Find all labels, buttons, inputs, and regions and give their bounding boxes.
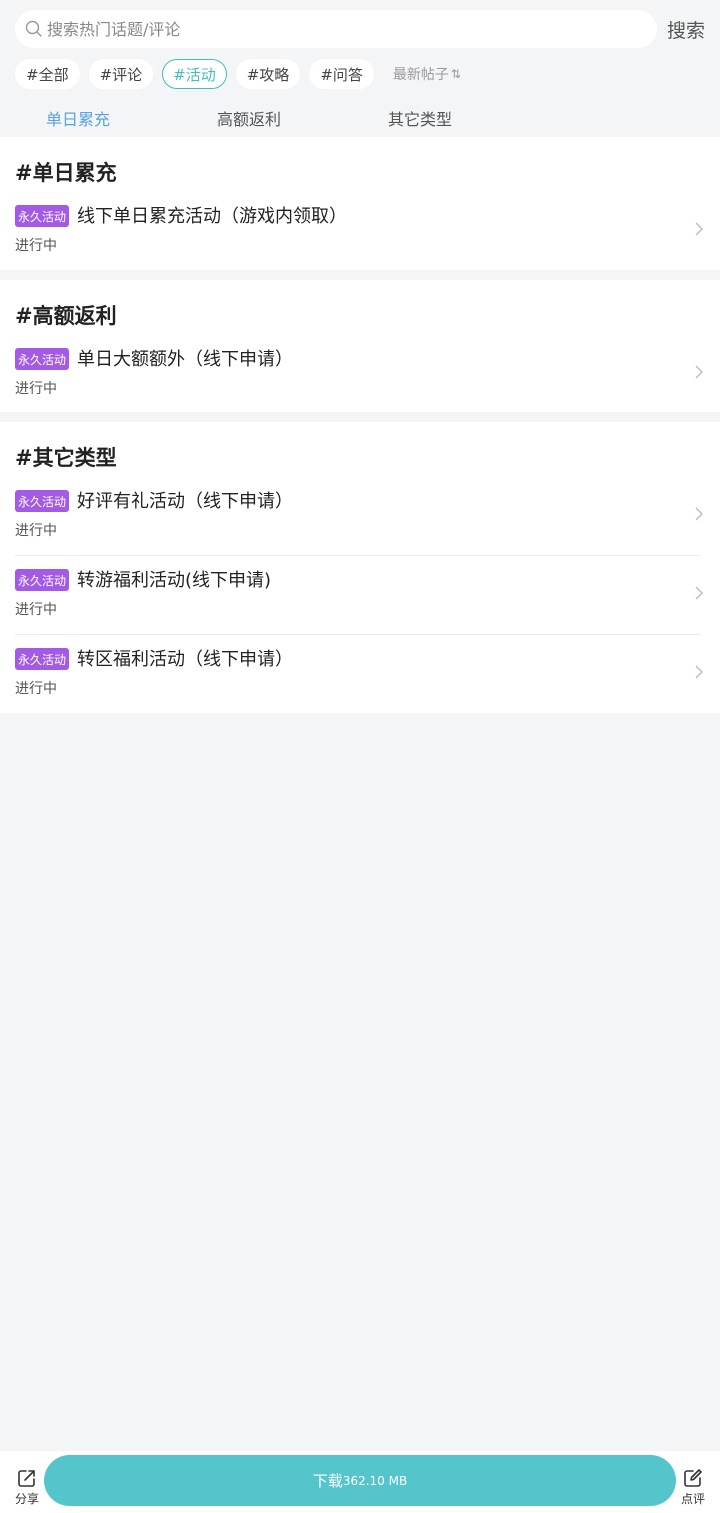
share-label: 分享: [14, 1492, 39, 1506]
section-high-rebate: #高额返利 永久活动 单日大额额外（线下申请） 进行中: [0, 280, 720, 412]
item-title: 单日大额额外（线下申请）: [77, 349, 293, 370]
permanent-event-badge: 永久活动: [15, 569, 70, 591]
section-title: #其它类型: [15, 446, 117, 470]
tab-daily-recharge[interactable]: 单日累充: [46, 106, 110, 130]
chevron-right-icon: [695, 507, 703, 521]
list-item[interactable]: 永久活动 转区福利活动（线下申请） 进行中: [0, 640, 720, 712]
chevron-right-icon: [695, 665, 703, 679]
download-size: 362.10 MB: [342, 1473, 408, 1488]
item-status: 进行中: [15, 681, 57, 697]
section-daily-recharge: #单日累充 永久活动 线下单日累充活动（游戏内领取） 进行中: [0, 137, 720, 270]
item-status: 进行中: [15, 602, 57, 618]
page: 搜索 #全部 #评论 #活动 #攻略 #问答 最新帖子 ⇅ 单日累充 高额返利 …: [0, 0, 720, 1513]
item-status: 进行中: [15, 238, 57, 254]
sort-label: 最新帖子: [392, 67, 449, 83]
tab-high-rebate[interactable]: 高额返利: [217, 106, 281, 130]
list-item[interactable]: 永久活动 线下单日累充活动（游戏内领取） 进行中: [0, 197, 720, 269]
review-button[interactable]: 点评: [673, 1467, 713, 1507]
section-other-types: #其它类型 永久活动 好评有礼活动（线下申请） 进行中 永久活动 转游福利活动(…: [0, 422, 720, 713]
tag-events[interactable]: #活动: [162, 59, 227, 89]
permanent-event-badge: 永久活动: [15, 205, 70, 227]
permanent-event-badge: 永久活动: [15, 490, 70, 512]
sort-arrows-icon: ⇅: [450, 67, 461, 81]
tab-other-types[interactable]: 其它类型: [388, 106, 452, 130]
tag-guides[interactable]: #攻略: [235, 59, 301, 89]
edit-icon: [684, 1469, 702, 1487]
permanent-event-badge: 永久活动: [15, 348, 70, 370]
item-title: 转区福利活动（线下申请）: [77, 649, 293, 670]
download-label: 下载: [312, 1472, 343, 1490]
search-input[interactable]: [47, 14, 607, 44]
search-box[interactable]: [15, 10, 657, 48]
section-title: #单日累充: [15, 161, 117, 185]
search-button[interactable]: 搜索: [667, 16, 705, 43]
bottom-action-bar: 分享 下载 362.10 MB 点评: [0, 1451, 720, 1513]
tag-all[interactable]: #全部: [15, 59, 80, 89]
tag-qa[interactable]: #问答: [309, 59, 374, 89]
section-title: #高额返利: [15, 304, 117, 328]
divider: [15, 634, 700, 635]
search-icon: [25, 20, 43, 38]
download-button[interactable]: 下载 362.10 MB: [44, 1455, 676, 1506]
sub-tab-bar: 单日累充 高额返利 其它类型: [0, 100, 720, 136]
item-status: 进行中: [15, 381, 57, 397]
list-item[interactable]: 永久活动 好评有礼活动（线下申请） 进行中: [0, 482, 720, 554]
share-icon: [18, 1470, 35, 1487]
chevron-right-icon: [695, 222, 703, 236]
sort-latest-posts[interactable]: 最新帖子 ⇅: [393, 64, 461, 84]
share-button[interactable]: 分享: [7, 1467, 47, 1507]
list-item[interactable]: 永久活动 单日大额额外（线下申请） 进行中: [0, 340, 720, 412]
item-title: 好评有礼活动（线下申请）: [77, 491, 293, 512]
divider: [15, 555, 700, 556]
item-status: 进行中: [15, 523, 57, 539]
search-row: 搜索: [15, 10, 705, 48]
tag-filter-row: #全部 #评论 #活动 #攻略 #问答 最新帖子 ⇅: [15, 59, 461, 89]
review-label: 点评: [680, 1492, 705, 1506]
list-item[interactable]: 永久活动 转游福利活动(线下申请) 进行中: [0, 561, 720, 633]
chevron-right-icon: [695, 365, 703, 379]
chevron-right-icon: [695, 586, 703, 600]
item-title: 线下单日累充活动（游戏内领取）: [77, 206, 347, 227]
permanent-event-badge: 永久活动: [15, 648, 70, 670]
tag-comments[interactable]: #评论: [88, 59, 154, 89]
item-title: 转游福利活动(线下申请): [77, 570, 272, 591]
